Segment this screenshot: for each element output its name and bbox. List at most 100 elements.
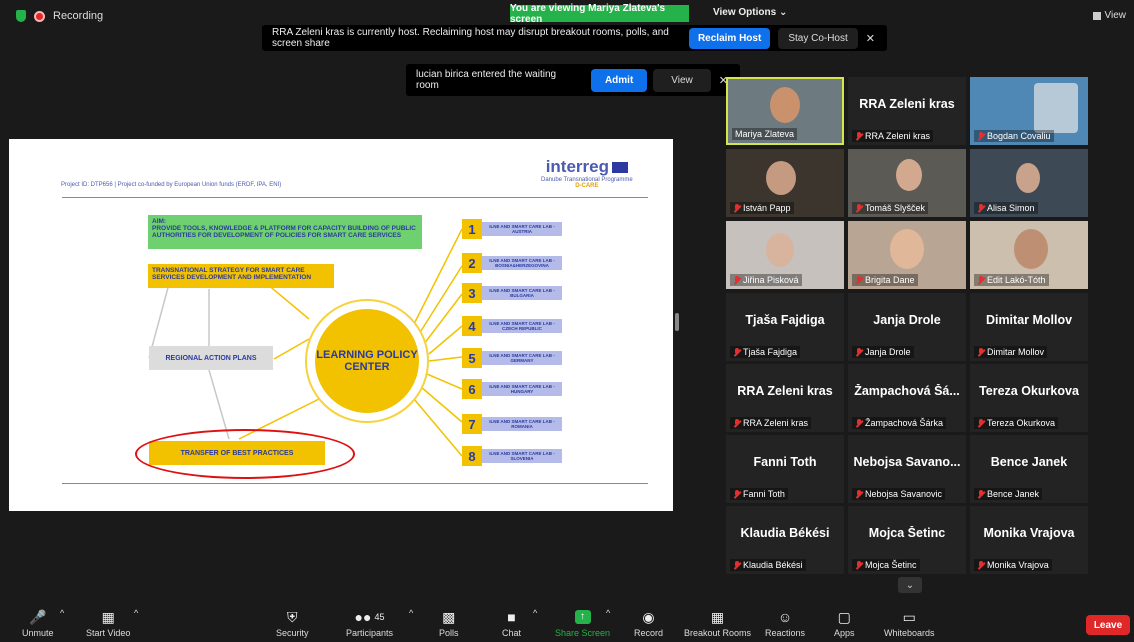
lab-item: 3 ILNE AND SMART CARE LAB - BULGARIA [462,283,562,303]
participant-name: István Papp [743,203,791,213]
video-feed [1034,83,1078,133]
security-button[interactable]: ⛨ Security [276,608,309,639]
participant-tile[interactable]: Alisa Simon [970,149,1088,217]
breakout-rooms-button[interactable]: ▦ Breakout Rooms [684,608,751,639]
participant-name: Alisa Simon [987,203,1035,213]
muted-mic-icon [977,131,984,141]
chat-label: Chat [502,628,522,638]
participant-display-name: Mojca Šetinc [868,526,946,540]
participant-name: Tomáš Slyšček [865,203,926,213]
participant-display-name: Bence Janek [990,455,1068,469]
meeting-toolbar: 🎤 Unmute ^ ▦ Start Video ^ ⛨ Security ●●… [0,600,1134,642]
reactions-button[interactable]: ☺ Reactions [765,608,805,638]
participant-tile[interactable]: Monika Vrajova Monika Vrajova [970,506,1088,574]
participant-tile[interactable]: RRA Zeleni kras RRA Zeleni kras [848,77,966,145]
muted-mic-icon [855,131,862,141]
muted-mic-icon [733,203,740,213]
show-more-participants-button[interactable]: ⌄ [898,577,922,593]
participant-name: Bence Janek [987,489,1040,499]
view-label: View [1104,10,1127,21]
view-waiting-button[interactable]: View [653,68,711,92]
chat-button[interactable]: ■ Chat [502,608,521,638]
muted-mic-icon [977,347,984,357]
participants-button[interactable]: ●● 45 Participants [346,608,393,638]
participant-name: RRA Zeleni kras [865,131,931,141]
participant-tile[interactable]: Mojca Šetinc Mojca Šetinc [848,506,966,574]
leave-meeting-button[interactable]: Leave [1086,615,1130,635]
participant-tile[interactable]: Žampachová Šá... Žampachová Šárka [848,364,966,432]
lab-text: ILNE AND SMART CARE LAB - GERMANY [482,351,562,365]
participant-tile[interactable]: RRA Zeleni kras RRA Zeleni kras [726,364,844,432]
host-reclaim-banner: RRA Zeleni kras is currently host. Recla… [262,25,887,51]
apps-button[interactable]: ▢ Apps [834,608,855,639]
muted-microphone-icon: 🎤 [29,608,47,625]
record-button[interactable]: ◉ Record [634,608,664,639]
apps-label: Apps [834,628,855,638]
participant-label: Fanni Toth [730,488,788,500]
muted-mic-icon [977,203,984,213]
participant-label: RRA Zeleni kras [730,417,812,429]
participant-tile[interactable]: Tjaša Fajdiga Tjaša Fajdiga [726,293,844,361]
participant-name: Tjaša Fajdiga [743,347,798,357]
start-video-button[interactable]: ▦ Start Video [86,608,130,639]
share-screen-label: Share Screen [555,628,611,638]
participant-tile[interactable]: Tereza Okurkova Tereza Okurkova [970,364,1088,432]
whiteboards-button[interactable]: ▭ Whiteboards [884,608,935,639]
participant-tile[interactable]: Edit Lakó-Tóth [970,221,1088,289]
share-options-chevron-icon[interactable]: ^ [606,608,610,618]
lab-number: 8 [462,446,482,466]
unmute-button[interactable]: 🎤 Unmute [22,608,54,639]
share-screen-button[interactable]: ↑ Share Screen [555,608,610,638]
muted-mic-icon [733,489,740,499]
recording-label: Recording [53,10,104,22]
close-icon[interactable]: ✕ [866,32,875,45]
polls-label: Polls [439,628,459,638]
reclaim-host-button[interactable]: Reclaim Host [688,27,771,49]
participant-name: RRA Zeleni kras [743,418,809,428]
stay-cohost-button[interactable]: Stay Co-Host [778,27,858,49]
participant-name: Klaudia Békési [743,560,803,570]
participant-display-name: Nebojsa Savano... [853,455,961,469]
participant-name: Tereza Okurkova [987,418,1056,428]
participant-name: Žampachová Šárka [865,418,944,428]
participant-tile[interactable]: Nebojsa Savano... Nebojsa Savanovic [848,435,966,503]
participant-tile[interactable]: Janja Drole Janja Drole [848,293,966,361]
lab-text: ILNE AND SMART CARE LAB - SLOVENIA [482,449,562,463]
chat-options-chevron-icon[interactable]: ^ [533,608,537,618]
participant-tile[interactable]: Klaudia Békési Klaudia Békési [726,506,844,574]
participant-tile[interactable]: Bence Janek Bence Janek [970,435,1088,503]
lab-number: 3 [462,283,482,303]
participant-tile[interactable]: Tomáš Slyšček [848,149,966,217]
participant-display-name: Žampachová Šá... [854,384,960,398]
participant-tile[interactable]: István Papp [726,149,844,217]
participant-display-name: RRA Zeleni kras [737,384,833,398]
admit-button[interactable]: Admit [590,68,648,92]
view-layout-button[interactable]: View [1092,10,1127,21]
audio-options-chevron-icon[interactable]: ^ [60,608,64,618]
participants-options-chevron-icon[interactable]: ^ [409,608,413,618]
participant-name: Dimitar Mollov [987,347,1045,357]
waiting-room-message: lucian birica entered the waiting room [416,69,557,91]
participant-tile[interactable]: Dimitar Mollov Dimitar Mollov [970,293,1088,361]
participants-count: 45 [374,612,385,622]
polls-button[interactable]: ▩ Polls [439,608,459,639]
view-options-menu[interactable]: View Options ⌄ [713,7,787,18]
reactions-icon: ☺ [777,609,793,625]
lab-text: ILNE AND SMART CARE LAB - CZECH REPUBLIC [482,319,562,333]
participant-tile[interactable]: Fanni Toth Fanni Toth [726,435,844,503]
panel-resize-handle[interactable] [675,313,679,331]
participant-tile[interactable]: Mariya Zlateva [726,77,844,145]
video-options-chevron-icon[interactable]: ^ [134,608,138,618]
participant-display-name: Tereza Okurkova [979,384,1079,398]
record-label: Record [634,628,664,638]
muted-mic-icon [733,275,740,285]
participant-tile[interactable]: Jiřina Pisková [726,221,844,289]
participant-tile[interactable]: Brigita Dane [848,221,966,289]
lab-number: 7 [462,414,482,434]
participant-tile[interactable]: Bogdan Covaliu [970,77,1088,145]
participant-label: Dimitar Mollov [974,346,1048,358]
participant-name: Brigita Dane [865,275,915,285]
video-feed [766,161,796,195]
center-label: LEARNING POLICY CENTER [315,309,419,413]
lab-text: ILNE AND SMART CARE LAB - ROMANIA [482,417,562,431]
